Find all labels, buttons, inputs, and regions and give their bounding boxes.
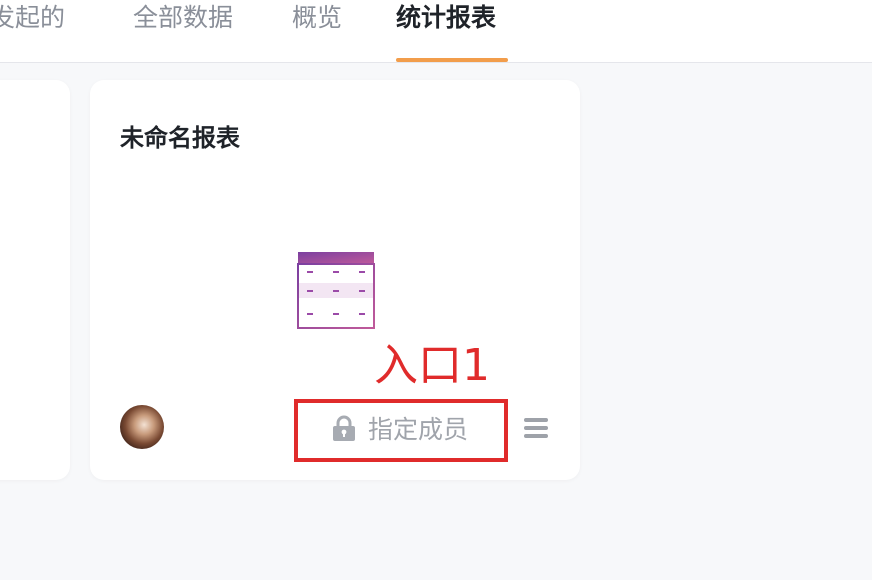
active-tab-indicator (396, 58, 508, 62)
annotation-highlight-box (294, 399, 508, 462)
tab-bar: 发起的 全部数据 概览 统计报表 (0, 0, 872, 63)
report-card-previous[interactable] (0, 80, 70, 480)
tab-statistics-report[interactable]: 统计报表 (396, 0, 496, 62)
tab-initiated[interactable]: 发起的 (0, 0, 65, 62)
hamburger-menu-icon[interactable] (522, 414, 550, 442)
annotation-label: 入口1 (374, 340, 490, 391)
tab-overview[interactable]: 概览 (292, 0, 342, 62)
report-title: 未命名报表 (120, 124, 240, 152)
creator-avatar[interactable] (120, 405, 164, 449)
table-grid-icon (297, 252, 375, 329)
tab-all-data[interactable]: 全部数据 (133, 0, 233, 62)
